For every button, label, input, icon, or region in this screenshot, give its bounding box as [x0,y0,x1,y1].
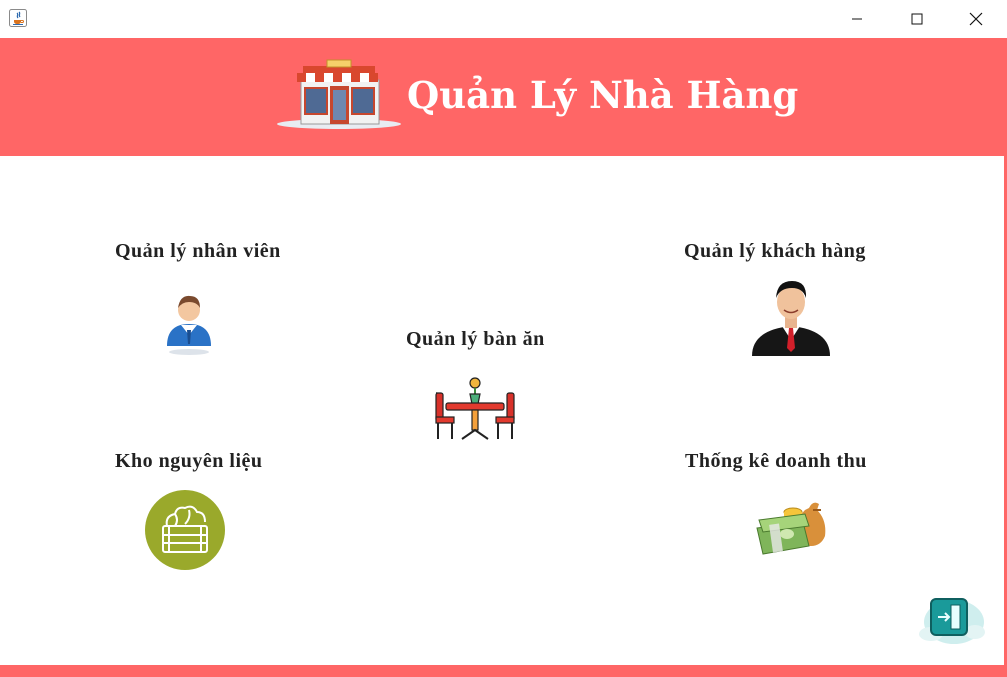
module-customers-label: Quản lý khách hàng [684,240,866,262]
dining-table-icon [434,373,516,447]
vegetable-crate-icon [145,490,225,574]
exit-door-icon [919,598,985,644]
module-tables-label: Quản lý bàn ăn [406,328,545,350]
module-staff[interactable]: Quản lý nhân viên [115,240,315,360]
businessman-icon [750,280,832,360]
module-inventory-label: Kho nguyên liệu [115,450,263,472]
app-header: Quản Lý Nhà Hàng [0,38,1007,156]
minimize-icon [852,18,862,20]
money-bag-icon [755,498,833,564]
maximize-icon [911,13,923,25]
close-button[interactable] [947,0,1005,38]
java-app-icon [9,9,27,27]
restaurant-storefront-icon [275,56,403,130]
minimize-button[interactable] [828,0,886,38]
module-revenue-label: Thống kê doanh thu [685,450,867,472]
exit-button[interactable] [917,588,987,648]
module-customers[interactable]: Quản lý khách hàng [684,240,904,360]
maximize-button[interactable] [888,0,946,38]
close-icon [969,12,983,26]
footer-bar [0,665,1007,677]
module-revenue[interactable]: Thống kê doanh thu [685,450,905,570]
module-tables[interactable]: Quản lý bàn ăn [406,328,576,443]
module-inventory[interactable]: Kho nguyên liệu [115,450,315,575]
window-titlebar [0,0,1007,38]
app-title: Quản Lý Nhà Hàng [407,73,799,117]
module-staff-label: Quản lý nhân viên [115,240,281,262]
employee-icon [163,290,215,360]
